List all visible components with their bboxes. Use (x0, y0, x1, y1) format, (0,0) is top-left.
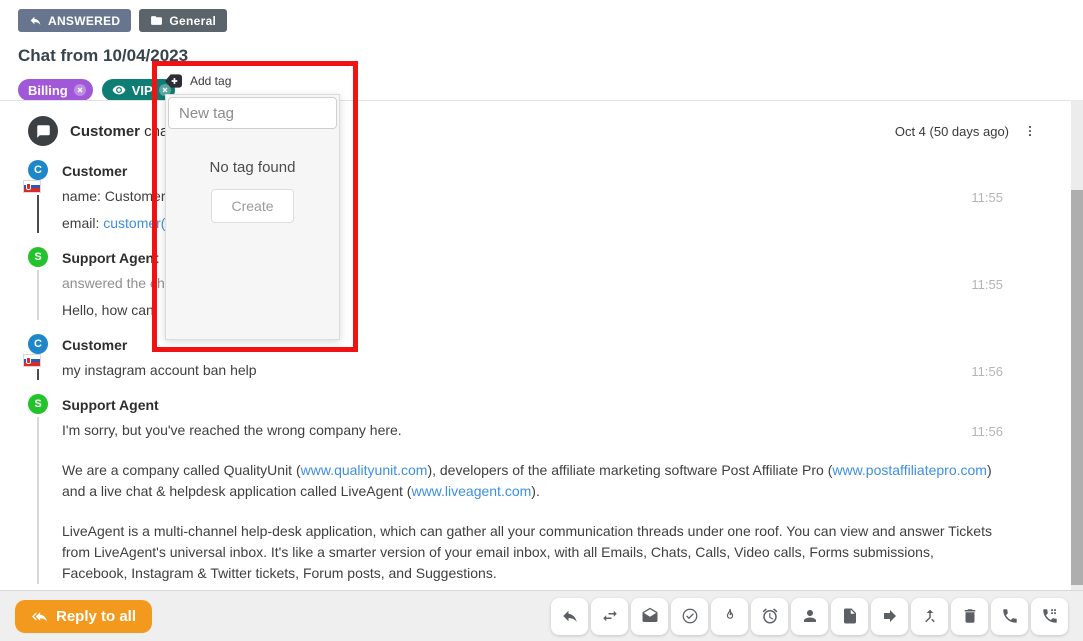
status-badge-label: ANSWERED (48, 14, 120, 28)
transfer-button[interactable] (591, 598, 628, 635)
country-flag-icon (24, 181, 40, 192)
tag-plus-icon (165, 74, 182, 88)
badge-row: ANSWERED General (18, 9, 1083, 32)
merge-icon (921, 607, 939, 625)
flame-icon (721, 607, 739, 625)
reply-button[interactable] (551, 598, 588, 635)
message-rail: S (28, 394, 48, 584)
more-options-icon[interactable] (1023, 123, 1037, 139)
thread-line (37, 270, 39, 320)
liveagent-link[interactable]: www.liveagent.com (411, 483, 531, 499)
reply-icon (29, 14, 42, 27)
country-flag-icon (24, 355, 40, 366)
email-link[interactable]: customer( (103, 215, 165, 231)
thread-line (37, 417, 39, 584)
message-rail: C (28, 160, 48, 233)
message-paragraph: LiveAgent is a multi-channel help-desk a… (62, 521, 997, 584)
phone-dialpad-icon (1041, 607, 1059, 625)
new-tag-input[interactable] (168, 97, 337, 129)
reply-to-all-button[interactable]: Reply to all (15, 600, 152, 633)
message-rail: S (28, 247, 48, 320)
eye-icon (112, 83, 126, 97)
check-circle-icon (681, 607, 699, 625)
scrollbar-track[interactable] (1071, 100, 1083, 590)
tag-search-popup: No tag found Create (165, 94, 340, 340)
conversation-thread: Customer chat Oct 4 (50 days ago) C Cust… (0, 100, 1083, 590)
message-agent-reply: S Support Agent I'm sorry, but you've re… (28, 394, 1037, 584)
arrow-right-icon (881, 607, 899, 625)
add-tag-button[interactable]: Add tag (165, 71, 340, 91)
avatar: S (28, 247, 48, 267)
avatar: C (28, 160, 48, 180)
page-title: Chat from 10/04/2023 (18, 46, 1083, 66)
thread-line (37, 369, 39, 380)
scrollbar-thumb[interactable] (1071, 190, 1083, 585)
merge-button[interactable] (911, 598, 948, 635)
message-timestamp: 11:55 (971, 277, 1003, 292)
message-author: Support Agent (62, 394, 997, 413)
resolve-button[interactable] (671, 598, 708, 635)
spam-button[interactable] (711, 598, 748, 635)
status-badge-answered[interactable]: ANSWERED (18, 9, 131, 32)
message-content: Support Agent I'm sorry, but you've reac… (62, 394, 1037, 584)
tag-vip-label: VIP (132, 83, 153, 98)
avatar: C (28, 334, 48, 354)
message-rail: C (28, 334, 48, 380)
no-tag-found-text: No tag found (166, 159, 339, 176)
tag-billing[interactable]: Billing (18, 79, 93, 101)
message-timestamp: 11:56 (971, 364, 1003, 379)
add-tag-popup-group: Add tag No tag found Create (165, 71, 340, 340)
remove-tag-icon[interactable] (74, 84, 86, 96)
call-button[interactable] (991, 598, 1028, 635)
message-timestamp: 11:55 (971, 190, 1003, 205)
trash-icon (961, 607, 979, 625)
thread-line (37, 195, 39, 233)
forward-button[interactable] (871, 598, 908, 635)
message-customer-question: C Customer my instagram account ban help… (28, 334, 1037, 380)
tag-vip[interactable]: VIP (102, 79, 175, 101)
chat-bubble-icon (36, 124, 51, 139)
tag-billing-label: Billing (28, 83, 68, 98)
note-button[interactable] (831, 598, 868, 635)
file-icon (841, 607, 859, 625)
ticket-header: ANSWERED General Chat from 10/04/2023 Bi… (0, 0, 1083, 101)
message-paragraph: We are a company called QualityUnit (www… (62, 460, 997, 502)
department-badge-label: General (169, 14, 216, 28)
create-tag-button[interactable]: Create (211, 189, 293, 223)
qualityunit-link[interactable]: www.qualityunit.com (301, 462, 428, 478)
chat-bubble-avatar (28, 116, 58, 146)
mail-icon (641, 607, 659, 625)
mail-button[interactable] (631, 598, 668, 635)
reply-all-icon (31, 609, 48, 624)
folder-icon (150, 14, 163, 27)
postaffiliatepro-link[interactable]: www.postaffiliatepro.com (832, 462, 987, 478)
action-toolbar: Reply to all (0, 590, 1083, 641)
reply-icon (561, 607, 579, 625)
reply-to-all-label: Reply to all (56, 608, 136, 625)
add-tag-label: Add tag (190, 74, 231, 88)
message-timestamp: 11:56 (971, 424, 1003, 439)
contact-button[interactable] (791, 598, 828, 635)
message-paragraph: I'm sorry, but you've reached the wrong … (62, 420, 997, 441)
department-badge-general[interactable]: General (139, 9, 227, 32)
message-content: Customer my instagram account ban help (62, 334, 1037, 380)
conversation-date: Oct 4 (50 days ago) (895, 124, 1009, 139)
call-dialpad-button[interactable] (1031, 598, 1068, 635)
conversation-title: Customer chat (70, 123, 173, 140)
person-icon (801, 607, 819, 625)
alarm-clock-icon (761, 607, 779, 625)
message-line: my instagram account ban help (62, 360, 997, 380)
avatar: S (28, 394, 48, 414)
delete-button[interactable] (951, 598, 988, 635)
phone-icon (1001, 607, 1019, 625)
transfer-icon (601, 607, 619, 625)
snooze-button[interactable] (751, 598, 788, 635)
